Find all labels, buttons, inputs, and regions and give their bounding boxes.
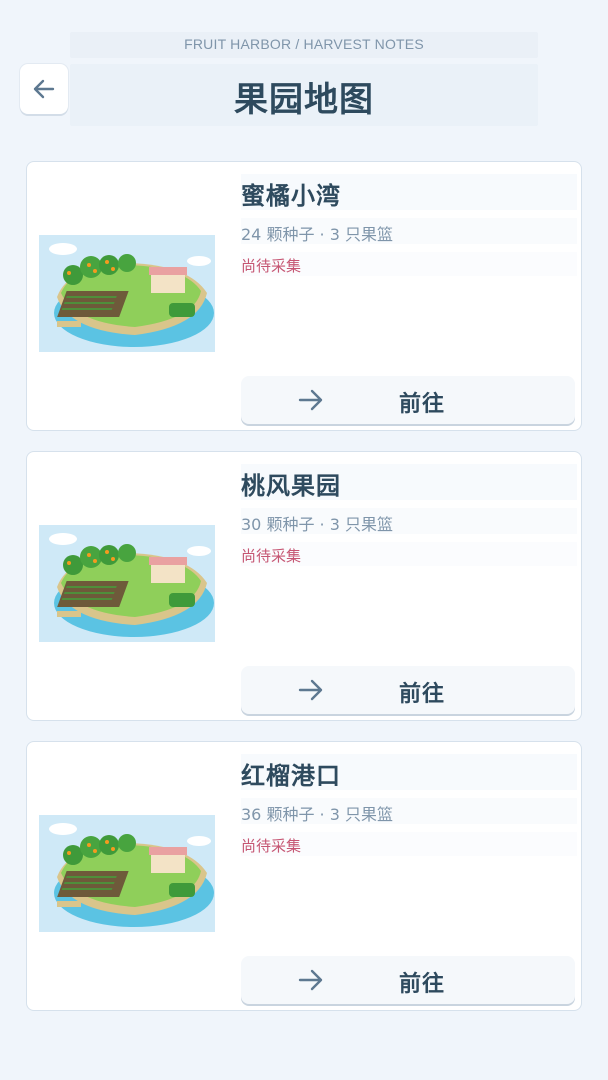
island-orchard-illustration [39,235,215,352]
go-button-label: 前往 [399,972,446,997]
app-subtitle: FRUIT HARBOR / HARVEST NOTES [184,36,424,52]
orchard-status: 尚待采集 [241,547,302,565]
orchard-meta: 36 颗种子 · 3 只果篮 [241,805,393,824]
go-button[interactable]: 前往 [241,956,575,1004]
orchard-meta: 24 颗种子 · 3 只果篮 [241,225,393,244]
orchard-name: 桃风果园 [241,472,341,500]
orchard-name: 红榴港口 [241,762,341,790]
arrow-left-icon [33,79,55,99]
island-orchard-illustration [39,525,215,642]
go-button-label: 前往 [399,392,446,417]
orchard-name: 蜜橘小湾 [241,182,341,210]
orchard-thumbnail [39,525,215,642]
back-button[interactable] [20,64,68,114]
arrow-right-icon [298,969,323,991]
page-title: 果园地图 [234,80,374,120]
orchard-meta: 30 颗种子 · 3 只果篮 [241,515,393,534]
orchard-thumbnail [39,815,215,932]
orchard-card: 蜜橘小湾 24 颗种子 · 3 只果篮 尚待采集 前往 [26,161,582,431]
island-orchard-illustration [39,815,215,932]
orchard-thumbnail [39,235,215,352]
go-button[interactable]: 前往 [241,376,575,424]
arrow-right-icon [298,389,323,411]
header: FRUIT HARBOR / HARVEST NOTES 果园地图 [0,0,608,140]
arrow-right-icon [298,679,323,701]
orchard-status: 尚待采集 [241,837,302,855]
go-button[interactable]: 前往 [241,666,575,714]
orchard-status: 尚待采集 [241,257,302,275]
orchard-card: 红榴港口 36 颗种子 · 3 只果篮 尚待采集 前往 [26,741,582,1011]
go-button-label: 前往 [399,682,446,707]
orchard-card: 桃风果园 30 颗种子 · 3 只果篮 尚待采集 前往 [26,451,582,721]
